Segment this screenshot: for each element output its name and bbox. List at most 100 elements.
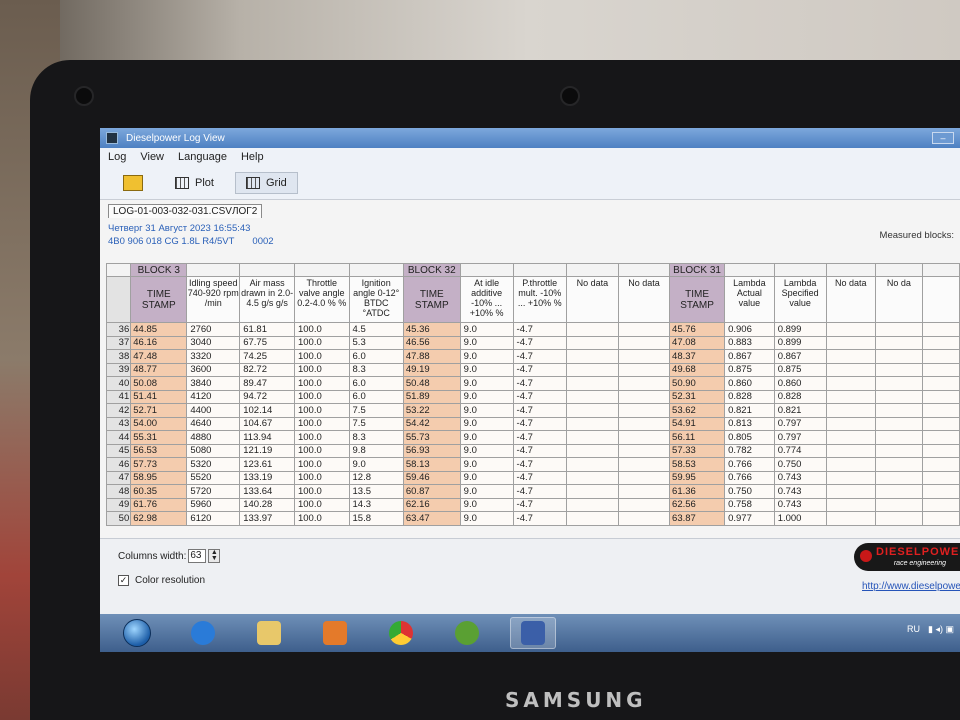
no-data-cell[interactable] — [617, 376, 671, 391]
ignition-cell[interactable]: 6.0 — [348, 389, 404, 404]
block32-timestamp-cell[interactable]: 62.16 — [402, 497, 461, 512]
no-data-cell[interactable] — [874, 376, 923, 391]
empty-cell[interactable] — [921, 430, 960, 445]
block31-timestamp-cell[interactable]: 57.33 — [669, 443, 726, 458]
row-number[interactable]: 36 — [105, 322, 132, 337]
throttle-cell[interactable]: 100.0 — [293, 443, 350, 458]
idling-speed-cell[interactable]: 3840 — [186, 376, 241, 391]
idling-speed-cell[interactable]: 5720 — [186, 484, 241, 499]
throttle-cell[interactable]: 100.0 — [293, 497, 350, 512]
no-data-cell[interactable] — [825, 430, 876, 445]
no-data-cell[interactable] — [825, 497, 876, 512]
idling-speed-cell[interactable]: 5080 — [186, 443, 241, 458]
idle-additive-cell[interactable]: 9.0 — [459, 349, 514, 364]
lambda-specified-cell[interactable]: 0.797 — [773, 416, 827, 431]
lambda-actual-cell[interactable]: 0.766 — [724, 457, 775, 472]
block3-timestamp-cell[interactable]: 56.53 — [130, 443, 188, 458]
taskbar-ie[interactable] — [180, 617, 226, 649]
air-mass-cell[interactable]: 133.19 — [239, 470, 295, 485]
table-row[interactable]: 48 60.35 5720 133.64 100.0 13.5 60.87 9.0 -4.7 61… — [105, 484, 960, 499]
block3-timestamp-cell[interactable]: 60.35 — [130, 484, 188, 499]
no-data-cell[interactable] — [874, 416, 923, 431]
no-data-cell[interactable] — [825, 349, 876, 364]
row-number[interactable]: 40 — [105, 376, 132, 391]
air-mass-cell[interactable]: 121.19 — [239, 443, 295, 458]
block32-timestamp-cell[interactable]: 47.88 — [402, 349, 461, 364]
throttle-cell[interactable]: 100.0 — [293, 484, 350, 499]
air-mass-cell[interactable]: 140.28 — [239, 497, 295, 512]
p-throttle-mult-cell[interactable]: -4.7 — [512, 376, 567, 391]
no-data-cell[interactable] — [565, 376, 619, 391]
air-mass-cell[interactable]: 113.94 — [239, 430, 295, 445]
col-header-timestamp[interactable]: TIME STAMP — [130, 276, 188, 323]
no-data-cell[interactable] — [617, 416, 671, 431]
empty-cell[interactable] — [921, 403, 960, 418]
idle-additive-cell[interactable]: 9.0 — [459, 403, 514, 418]
no-data-cell[interactable] — [617, 322, 671, 337]
lambda-specified-cell[interactable]: 0.899 — [773, 322, 827, 337]
no-data-cell[interactable] — [617, 511, 671, 526]
lambda-actual-cell[interactable]: 0.766 — [724, 470, 775, 485]
no-data-cell[interactable] — [565, 430, 619, 445]
idling-speed-cell[interactable]: 3040 — [186, 335, 241, 350]
p-throttle-mult-cell[interactable]: -4.7 — [512, 511, 567, 526]
table-row[interactable]: 44 55.31 4880 113.94 100.0 8.3 55.73 9.0 -4.7 56.… — [105, 430, 960, 445]
no-data-cell[interactable] — [617, 335, 671, 350]
block3-timestamp-cell[interactable]: 58.95 — [130, 470, 188, 485]
block32-timestamp-cell[interactable]: 55.73 — [402, 430, 461, 445]
taskbar-chrome[interactable] — [378, 617, 424, 649]
no-data-cell[interactable] — [825, 403, 876, 418]
taskbar-explorer[interactable] — [246, 617, 292, 649]
block32-timestamp-cell[interactable]: 54.42 — [402, 416, 461, 431]
throttle-cell[interactable]: 100.0 — [293, 389, 350, 404]
ignition-cell[interactable]: 14.3 — [348, 497, 404, 512]
no-data-cell[interactable] — [617, 389, 671, 404]
row-number[interactable]: 47 — [105, 470, 132, 485]
row-number[interactable]: 46 — [105, 457, 132, 472]
tray-icons[interactable]: ▮ ◂) ▣ — [928, 624, 954, 635]
throttle-cell[interactable]: 100.0 — [293, 470, 350, 485]
throttle-cell[interactable]: 100.0 — [293, 457, 350, 472]
idle-additive-cell[interactable]: 9.0 — [459, 470, 514, 485]
idle-additive-cell[interactable]: 9.0 — [459, 362, 514, 377]
no-data-cell[interactable] — [565, 389, 619, 404]
table-row[interactable]: 36 44.85 2760 61.81 100.0 4.5 45.36 9.0 -4.7 45.7… — [105, 322, 960, 337]
table-row[interactable]: 43 54.00 4640 104.67 100.0 7.5 54.42 9.0 -4.7 54.… — [105, 416, 960, 431]
no-data-cell[interactable] — [874, 511, 923, 526]
idle-additive-cell[interactable]: 9.0 — [459, 335, 514, 350]
no-data-cell[interactable] — [874, 322, 923, 337]
col-header-ignition[interactable]: Ignition angle 0-12° BTDC °ATDC — [348, 276, 404, 323]
block3-timestamp-cell[interactable]: 47.48 — [130, 349, 188, 364]
col-header-timestamp[interactable]: TIME STAMP — [402, 276, 461, 323]
empty-cell[interactable] — [921, 376, 960, 391]
air-mass-cell[interactable]: 133.64 — [239, 484, 295, 499]
block31-timestamp-cell[interactable]: 45.76 — [669, 322, 726, 337]
no-data-cell[interactable] — [825, 376, 876, 391]
col-header-idling-speed[interactable]: Idling speed 740-920 rpm /min — [186, 276, 241, 323]
block3-timestamp-cell[interactable]: 57.73 — [130, 457, 188, 472]
block31-timestamp-cell[interactable]: 53.62 — [669, 403, 726, 418]
block32-timestamp-cell[interactable]: 49.19 — [402, 362, 461, 377]
lambda-actual-cell[interactable]: 0.977 — [724, 511, 775, 526]
col-header-no-data[interactable]: No da — [874, 276, 923, 323]
block31-timestamp-cell[interactable]: 49.68 — [669, 362, 726, 377]
no-data-cell[interactable] — [874, 403, 923, 418]
lambda-actual-cell[interactable]: 0.883 — [724, 335, 775, 350]
no-data-cell[interactable] — [565, 349, 619, 364]
throttle-cell[interactable]: 100.0 — [293, 362, 350, 377]
empty-cell[interactable] — [921, 484, 960, 499]
p-throttle-mult-cell[interactable]: -4.7 — [512, 349, 567, 364]
columns-width-spinner[interactable]: ▲ ▼ — [208, 549, 221, 563]
block32-timestamp-cell[interactable]: 46.56 — [402, 335, 461, 350]
lambda-specified-cell[interactable]: 0.875 — [773, 362, 827, 377]
block3-timestamp-cell[interactable]: 62.98 — [130, 511, 188, 526]
block3-timestamp-cell[interactable]: 54.00 — [130, 416, 188, 431]
no-data-cell[interactable] — [825, 470, 876, 485]
no-data-cell[interactable] — [825, 511, 876, 526]
empty-cell[interactable] — [921, 497, 960, 512]
no-data-cell[interactable] — [617, 403, 671, 418]
idling-speed-cell[interactable]: 4120 — [186, 389, 241, 404]
col-header-no-data[interactable]: No data — [565, 276, 619, 323]
block32-timestamp-cell[interactable]: 50.48 — [402, 376, 461, 391]
no-data-cell[interactable] — [874, 349, 923, 364]
